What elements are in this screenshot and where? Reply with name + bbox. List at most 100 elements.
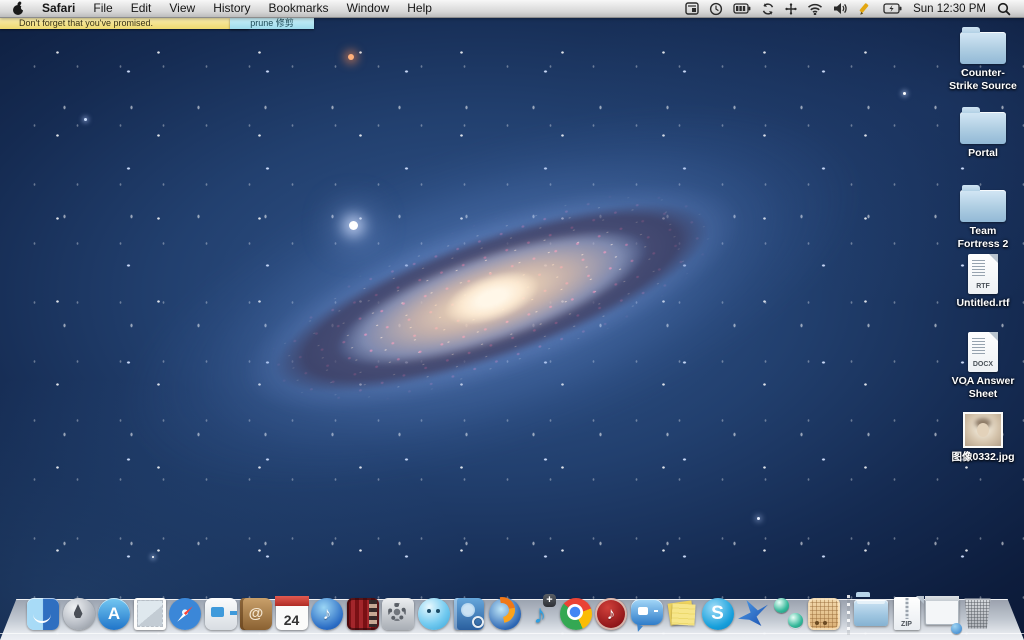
document-text-lines — [972, 338, 985, 354]
zip-label: ZIP — [901, 621, 912, 628]
sync-icon[interactable] — [756, 0, 780, 17]
dock-item-trash[interactable] — [961, 596, 995, 631]
dock-item-thunder-bird-app[interactable] — [736, 596, 770, 631]
dock-item-finder[interactable] — [26, 596, 60, 631]
dictionary-book-icon — [454, 598, 484, 630]
dock-item-facetime[interactable] — [204, 596, 238, 631]
dock-item-grid-board-app[interactable] — [807, 596, 841, 631]
dock-item-ical[interactable]: 24 — [275, 596, 309, 631]
small-star — [84, 118, 87, 121]
dock-item-system-preferences[interactable] — [381, 596, 415, 631]
dock: A @ 24 ♪ ♪ ♪ S ZIP — [0, 584, 1024, 640]
photo-portrait — [965, 414, 1001, 446]
dock-item-red-music-app[interactable]: ♪ — [594, 596, 628, 631]
document-badge: DOCX — [968, 361, 998, 368]
orange-star — [348, 54, 354, 60]
dock-item-app-store[interactable]: A — [97, 596, 131, 631]
menu-item-file[interactable]: File — [84, 0, 121, 17]
input-window-icon[interactable] — [680, 0, 704, 17]
desktop-icon-team-fortress-2[interactable]: Team Fortress 2 — [936, 184, 1024, 251]
dock-item-itunes[interactable]: ♪ — [310, 596, 344, 631]
icon-label: Portal — [936, 147, 1024, 160]
green-orbs-icon — [773, 598, 805, 630]
desktop-icon-untitled-rtf[interactable]: RTF Untitled.rtf — [936, 254, 1024, 310]
dock-item-mail[interactable] — [133, 596, 167, 631]
desktop-icon-image-0332-jpg[interactable]: 图像0332.jpg — [936, 412, 1024, 464]
dock-item-photo-booth[interactable] — [346, 596, 380, 631]
icon-label: 图像0332.jpg — [936, 451, 1024, 464]
music-note-plus-icon: ♪ — [534, 601, 547, 627]
menu-item-window[interactable]: Window — [338, 0, 399, 17]
menu-item-view[interactable]: View — [160, 0, 204, 17]
menu-item-app-name[interactable]: Safari — [33, 0, 84, 17]
photo-thumbnail-icon — [963, 412, 1003, 448]
battery-charging-icon[interactable] — [878, 0, 907, 17]
trash-can-icon — [965, 599, 991, 629]
dock-item-safari[interactable] — [168, 596, 202, 631]
desktop-icon-voa-answer-sheet[interactable]: DOCX VOA Answer Sheet — [936, 332, 1024, 401]
spotlight-icon[interactable] — [992, 0, 1016, 17]
dock-item-saved-window-file[interactable] — [925, 596, 959, 631]
icon-label: Counter- Strike Source — [936, 67, 1024, 93]
menu-item-edit[interactable]: Edit — [122, 0, 161, 17]
dock-item-zip-archive[interactable]: ZIP — [890, 596, 924, 631]
document-text-lines — [972, 260, 985, 276]
dock-item-firefox[interactable] — [488, 596, 522, 631]
folder-icon — [960, 112, 1006, 144]
app-store-icon: A — [98, 598, 130, 630]
dock-item-chrome[interactable] — [559, 596, 593, 631]
apple-menu[interactable] — [8, 0, 33, 17]
zip-file-icon: ZIP — [894, 597, 920, 630]
dock-item-ichat[interactable] — [630, 596, 664, 631]
dock-item-stickies[interactable] — [665, 596, 699, 631]
dock-item-green-orbs-app[interactable] — [772, 596, 806, 631]
calendar-icon: 24 — [276, 598, 308, 630]
dock-item-documents-folder[interactable] — [854, 596, 888, 631]
blue-drop-face-icon — [418, 598, 450, 630]
icon-label: VOA Answer Sheet — [936, 375, 1024, 401]
apple-logo-icon — [12, 1, 25, 16]
small-star — [903, 92, 906, 95]
wifi-icon[interactable] — [802, 0, 828, 17]
menu-item-history[interactable]: History — [204, 0, 259, 17]
sticky-notes-icon — [666, 598, 698, 630]
launchpad-rocket-icon — [63, 598, 95, 630]
dock-separator — [843, 595, 853, 631]
at-sign: @ — [249, 605, 264, 622]
rtf-document-icon: RTF — [968, 254, 998, 294]
safari-compass-icon — [169, 598, 201, 630]
dock-item-dictionary[interactable] — [452, 596, 486, 631]
desktop-icon-counter-strike-source[interactable]: Counter- Strike Source — [936, 26, 1024, 93]
battery-icon[interactable] — [728, 0, 756, 17]
yellow-reminder-note[interactable]: Don't forget that you've promised. — [0, 18, 249, 29]
desktop-icon-portal[interactable]: Portal — [936, 106, 1024, 160]
volume-icon[interactable] — [828, 0, 853, 17]
itunes-icon: ♪ — [311, 598, 343, 630]
dock-shelf-edge — [0, 633, 1024, 634]
keyboard-nav-icon[interactable] — [780, 0, 802, 17]
photo-booth-curtain-icon — [347, 598, 379, 630]
music-note-icon: ♪ — [607, 605, 616, 622]
menu-item-help[interactable]: Help — [398, 0, 441, 17]
small-star — [757, 517, 760, 520]
red-music-note-icon: ♪ — [595, 598, 627, 630]
skype-letter: S — [711, 603, 724, 625]
cyan-reminder-note[interactable]: prune 修剪 — [230, 18, 314, 29]
dock-item-launchpad[interactable] — [62, 596, 96, 631]
yellow-note-text: Don't forget that you've promised. — [19, 18, 153, 28]
dock-item-blue-drop-chat-app[interactable] — [417, 596, 451, 631]
menu-item-bookmarks[interactable]: Bookmarks — [260, 0, 338, 17]
time-machine-clock-icon[interactable] — [704, 0, 728, 17]
dock-icons-row: A @ 24 ♪ ♪ ♪ S ZIP — [26, 595, 995, 631]
menu-bar-clock[interactable]: Sun 12:30 PM — [907, 3, 992, 15]
desktop: Safari File Edit View History Bookmarks … — [0, 0, 1024, 640]
dock-item-music-note-plus-app[interactable]: ♪ — [523, 596, 557, 631]
docx-document-icon: DOCX — [968, 332, 998, 372]
dock-item-address-book[interactable]: @ — [239, 596, 273, 631]
folder-icon — [960, 190, 1006, 222]
input-pen-icon[interactable] — [853, 0, 878, 17]
address-book-icon: @ — [240, 598, 272, 630]
document-badge: RTF — [968, 283, 998, 290]
window-document-icon — [925, 599, 959, 625]
dock-item-skype[interactable]: S — [701, 596, 735, 631]
